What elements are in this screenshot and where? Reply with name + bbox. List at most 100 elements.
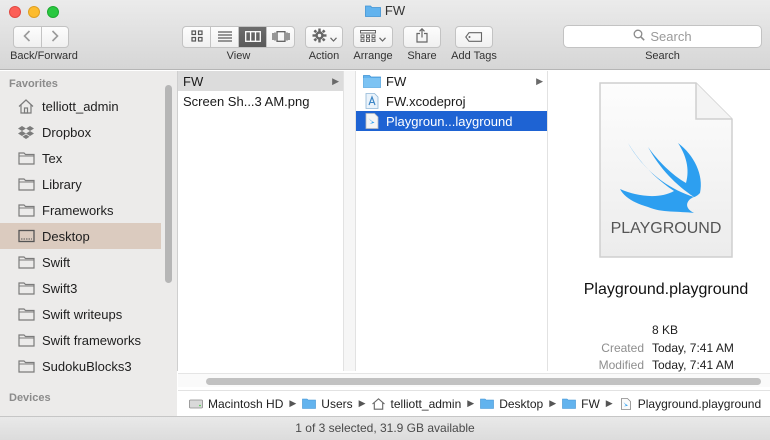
folder-icon (480, 398, 494, 410)
back-button[interactable] (14, 27, 41, 47)
status-bar: 1 of 3 selected, 31.9 GB available (0, 416, 770, 440)
action-button[interactable] (305, 26, 343, 48)
playground-file-icon (363, 113, 381, 129)
action-label: Action (308, 50, 340, 62)
path-item-fw[interactable]: FW (562, 397, 600, 411)
view-label: View (226, 50, 251, 62)
sidebar-item-library[interactable]: Library (0, 171, 161, 197)
add-tags-button[interactable] (455, 26, 493, 48)
list-item-label: FW (183, 73, 204, 89)
gear-icon (312, 28, 327, 46)
folder-icon (364, 4, 381, 20)
sidebar-item-label: Swift3 (42, 280, 78, 296)
sidebar-item-label: Swift writeups (42, 306, 123, 322)
path-separator-icon: ▶ (605, 398, 613, 408)
preview-file-name: Playground.playground (583, 281, 749, 298)
file-icon (619, 397, 633, 410)
chevron-left-icon (23, 29, 31, 45)
chevron-down-icon (379, 30, 386, 45)
home-icon (372, 397, 386, 410)
preview-modified-value: Today, 7:41 AM (652, 358, 734, 372)
list-item-fw-folder[interactable]: FW ▶ (178, 71, 343, 91)
search-icon (633, 29, 646, 44)
path-separator-icon: ▶ (467, 398, 475, 408)
list-item-xcodeproj[interactable]: FW.xcodeproj (356, 91, 547, 111)
sidebar-item-sudokublocks3[interactable]: SudokuBlocks3 (0, 353, 161, 379)
cover-flow-icon (271, 30, 290, 45)
folder-icon (17, 306, 35, 322)
sidebar-item-label: Library (42, 176, 82, 192)
sidebar-item-label: telliott_admin (42, 98, 119, 114)
column-spacer (344, 71, 356, 371)
sidebar-item-label: SudokuBlocks3 (42, 358, 132, 374)
folder-icon (17, 176, 35, 192)
path-item-macintosh-hd[interactable]: Macintosh HD (189, 397, 283, 411)
window-title: FW (0, 3, 770, 20)
preview-pane: PLAYGROUND Playground.playground 8 KB Cr… (562, 71, 770, 372)
chevron-right-icon (51, 29, 59, 45)
playground-icon-caption: PLAYGROUND (610, 220, 722, 237)
add-tags-label: Add Tags (451, 50, 497, 62)
path-separator-icon: ▶ (289, 398, 297, 408)
list-view-button[interactable] (210, 27, 238, 47)
column-view-button[interactable] (238, 27, 266, 47)
sidebar: Favorites telliott_admin Dropbox Tex Lib… (0, 71, 177, 419)
list-item-screenshot[interactable]: Screen Sh...3 AM.png (178, 91, 343, 111)
back-forward-control (13, 26, 69, 48)
devices-heading: Devices (9, 392, 51, 404)
arrange-button[interactable] (353, 26, 393, 48)
folder-icon (302, 398, 317, 410)
folder-icon (562, 398, 576, 410)
icon-grid-icon (190, 29, 203, 45)
path-item-label: telliott_admin (390, 396, 462, 411)
preview-size: 8 KB (652, 323, 679, 337)
horizontal-scrollbar[interactable] (178, 373, 770, 387)
sidebar-item-swift-frameworks[interactable]: Swift frameworks (0, 327, 161, 353)
forward-button[interactable] (40, 27, 68, 47)
folder-icon (17, 280, 35, 296)
folder-icon (17, 332, 35, 348)
cover-flow-view-button[interactable] (266, 27, 294, 47)
preview-created-value: Today, 7:41 AM (652, 341, 734, 355)
folder-icon (17, 254, 35, 270)
share-button[interactable] (403, 26, 441, 48)
path-item-desktop[interactable]: Desktop (480, 397, 543, 411)
sidebar-item-swift-writeups[interactable]: Swift writeups (0, 301, 161, 327)
horizontal-scroll-thumb[interactable] (206, 378, 761, 385)
list-item-label: Playgroun...layground (386, 113, 513, 129)
list-item-playground[interactable]: Playgroun...layground (356, 111, 547, 131)
preview-created-label: Created (601, 341, 644, 355)
search-field[interactable]: Search (563, 25, 762, 48)
sidebar-item-label: Desktop (42, 228, 90, 244)
dropbox-icon (17, 124, 35, 140)
sidebar-item-swift[interactable]: Swift (0, 249, 161, 275)
window-title-text: FW (384, 3, 406, 18)
toolbar: FW Back/Forward View Action Arrange Shar… (0, 0, 770, 70)
path-separator-icon: ▶ (549, 398, 557, 408)
sidebar-item-dropbox[interactable]: Dropbox (0, 119, 161, 145)
favorites-heading: Favorites (9, 78, 58, 90)
folder-icon (363, 73, 381, 89)
sidebar-item-tex[interactable]: Tex (0, 145, 161, 171)
list-item-fw-subfolder[interactable]: FW ▶ (356, 71, 547, 91)
sidebar-item-label: Frameworks (42, 202, 114, 218)
path-item-label: Users (321, 396, 353, 411)
sidebar-item-frameworks[interactable]: Frameworks (0, 197, 161, 223)
path-item-users[interactable]: Users (302, 396, 353, 411)
share-label: Share (407, 50, 437, 62)
finder-window: FW Back/Forward View Action Arrange Shar… (0, 0, 770, 440)
disclosure-arrow-icon: ▶ (332, 75, 339, 86)
path-item-label: Macintosh HD (208, 396, 284, 411)
list-lines-icon (217, 30, 232, 45)
icon-view-button[interactable] (183, 27, 210, 47)
sidebar-item-label: Dropbox (42, 124, 92, 140)
sidebar-item-telliott-admin[interactable]: telliott_admin (0, 93, 161, 119)
path-item-telliott-admin[interactable]: telliott_admin (372, 396, 462, 411)
path-item-playground[interactable]: Playground.playground (619, 397, 761, 411)
sidebar-item-desktop[interactable]: Desktop (0, 223, 161, 249)
sidebar-scrollbar[interactable] (165, 85, 172, 283)
list-item-label: FW.xcodeproj (386, 93, 466, 109)
sidebar-item-swift3[interactable]: Swift3 (0, 275, 161, 301)
chevron-down-icon (329, 30, 337, 45)
path-item-label: Desktop (499, 396, 544, 411)
